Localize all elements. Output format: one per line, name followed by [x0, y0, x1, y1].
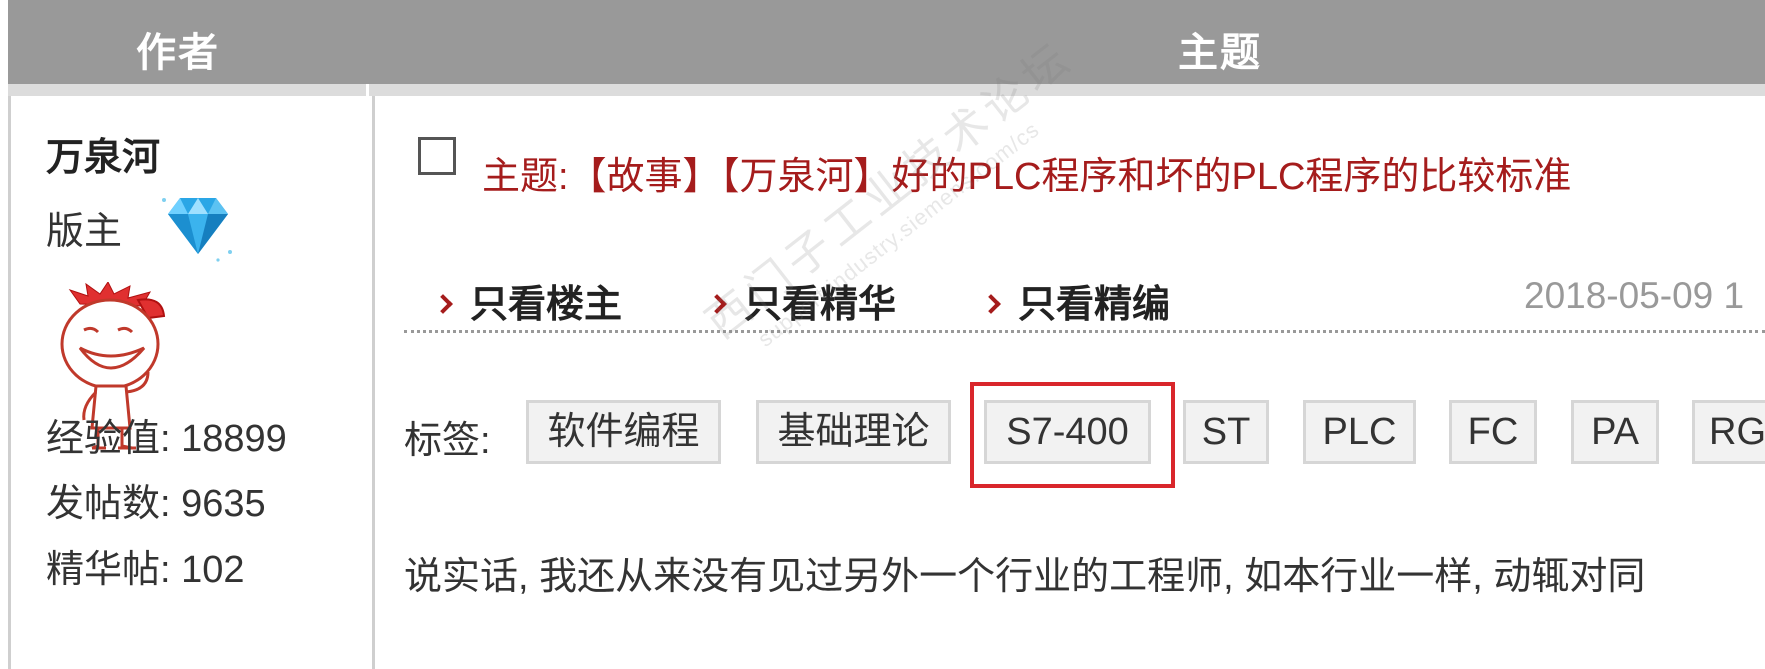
experience-stat: 经验值: 18899 [46, 418, 287, 460]
author-column-header: 作者 [136, 31, 220, 75]
diamond-icon [162, 198, 232, 262]
chevron-right-icon [981, 294, 1001, 314]
filter-label: 只看精编 [1018, 284, 1171, 326]
left-border [8, 96, 11, 669]
tag-st[interactable]: ST [1183, 400, 1269, 464]
tag-fc[interactable]: FC [1449, 400, 1537, 464]
tag-plc[interactable]: PLC [1303, 400, 1416, 464]
filter-edited-link[interactable]: 只看精编 [981, 273, 1171, 328]
table-header: 作者 主题 [8, 0, 1765, 84]
tag-basic-theory[interactable]: 基础理论 [756, 400, 951, 464]
tag-software-programming[interactable]: 软件编程 [526, 400, 721, 464]
column-divider [372, 96, 375, 669]
post-count-stat: 发帖数: 9635 [46, 483, 266, 525]
tag-pa[interactable]: PA [1571, 400, 1659, 464]
filter-featured-link[interactable]: 只看精华 [707, 273, 897, 328]
chevron-right-icon [433, 294, 453, 314]
author-role: 版主 [46, 211, 123, 253]
header-divider [366, 84, 369, 96]
forum-post-view: 作者 主题 万泉河 版主 经验值: 18899 发帖数: 9635 精华帖: 1… [0, 0, 1765, 669]
filter-label: 只看楼主 [470, 284, 623, 326]
tags-label: 标签: [404, 420, 491, 462]
chevron-right-icon [707, 294, 727, 314]
featured-count-stat: 精华帖: 102 [46, 549, 245, 591]
author-name[interactable]: 万泉河 [46, 126, 160, 181]
dotted-divider [404, 330, 1765, 333]
post-topic-title[interactable]: 主题:【故事】【万泉河】好的PLC程序和坏的PLC程序的比较标准 [482, 145, 1571, 200]
highlight-box [970, 382, 1175, 488]
select-post-checkbox[interactable] [418, 137, 456, 175]
header-strip [8, 84, 1765, 96]
filter-thread-starter-link[interactable]: 只看楼主 [433, 273, 623, 328]
filter-label: 只看精华 [744, 284, 897, 326]
topic-column-header: 主题 [1178, 31, 1262, 75]
tag-rg[interactable]: RG [1692, 400, 1765, 464]
post-date: 2018-05-09 1 [1524, 275, 1745, 316]
post-body: 说实话, 我还从来没有见过另外一个行业的工程师, 如本行业一样, 动辄对同 [404, 556, 1646, 598]
